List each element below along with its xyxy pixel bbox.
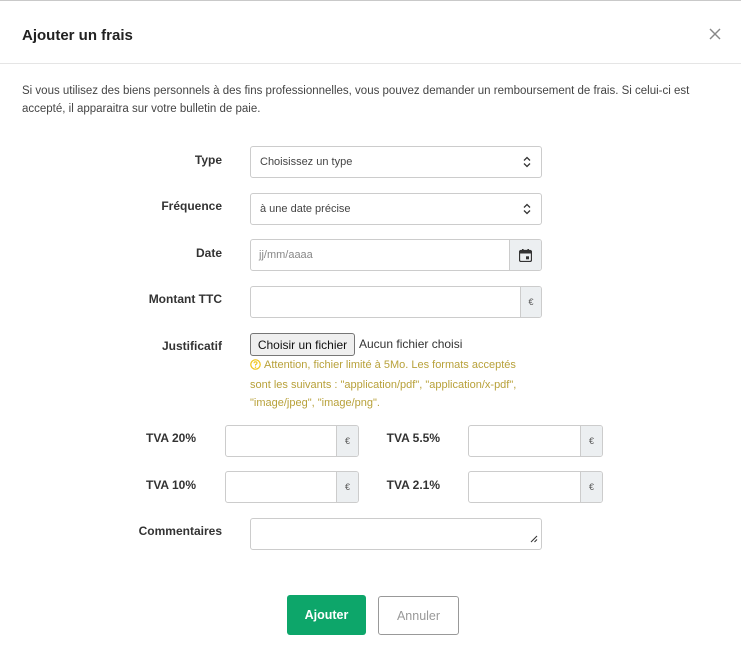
chevron-up-down-icon	[523, 156, 531, 171]
frequency-select-value: à une date précise	[260, 203, 351, 215]
cancel-button[interactable]: Annuler	[378, 596, 459, 635]
date-label: Date	[195, 246, 222, 260]
help-circle-icon	[250, 358, 261, 376]
header-divider	[0, 63, 741, 64]
file-hint-text: Attention, fichier limité à 5Mo. Les for…	[250, 359, 517, 409]
amount-label: Montant TTC	[148, 292, 222, 306]
currency-addon: €	[520, 287, 541, 317]
currency-addon: €	[336, 426, 358, 456]
currency-addon: €	[336, 472, 358, 502]
choose-file-button[interactable]: Choisir un fichier	[250, 333, 355, 356]
receipt-label: Justificatif	[161, 339, 222, 353]
modal-top-border	[0, 0, 741, 1]
vat-2-1-label: TVA 2.1%	[386, 478, 440, 492]
file-status: Aucun fichier choisi	[359, 337, 463, 351]
chevron-up-down-icon	[523, 203, 531, 218]
vat-20-input[interactable]: €	[225, 425, 359, 457]
date-placeholder: jj/mm/aaaa	[259, 249, 313, 261]
vat-2-1-input[interactable]: €	[468, 471, 603, 503]
type-select[interactable]: Choisissez un type	[250, 146, 542, 178]
submit-button[interactable]: Ajouter	[287, 595, 366, 635]
vat-5-5-label: TVA 5.5%	[386, 431, 440, 445]
amount-input[interactable]: €	[250, 286, 542, 318]
date-input[interactable]: jj/mm/aaaa	[250, 239, 542, 271]
vat-10-input[interactable]: €	[225, 471, 359, 503]
currency-addon: €	[580, 472, 602, 502]
intro-text: Si vous utilisez des biens personnels à …	[22, 85, 690, 115]
comments-label: Commentaires	[138, 524, 222, 538]
calendar-icon[interactable]	[509, 240, 541, 270]
type-select-value: Choisissez un type	[260, 156, 353, 168]
frequency-label: Fréquence	[161, 199, 222, 213]
currency-addon: €	[580, 426, 602, 456]
vat-10-label: TVA 10%	[145, 478, 196, 492]
resize-handle-icon[interactable]	[530, 534, 538, 546]
type-label: Type	[194, 153, 222, 167]
file-hint: Attention, fichier limité à 5Mo. Les for…	[250, 356, 520, 412]
vat-5-5-input[interactable]: €	[468, 425, 603, 457]
comments-textarea[interactable]	[250, 518, 542, 550]
frequency-select[interactable]: à une date précise	[250, 193, 542, 225]
modal-title: Ajouter un frais	[22, 27, 133, 44]
vat-20-label: TVA 20%	[145, 431, 196, 445]
close-icon[interactable]	[707, 26, 723, 42]
